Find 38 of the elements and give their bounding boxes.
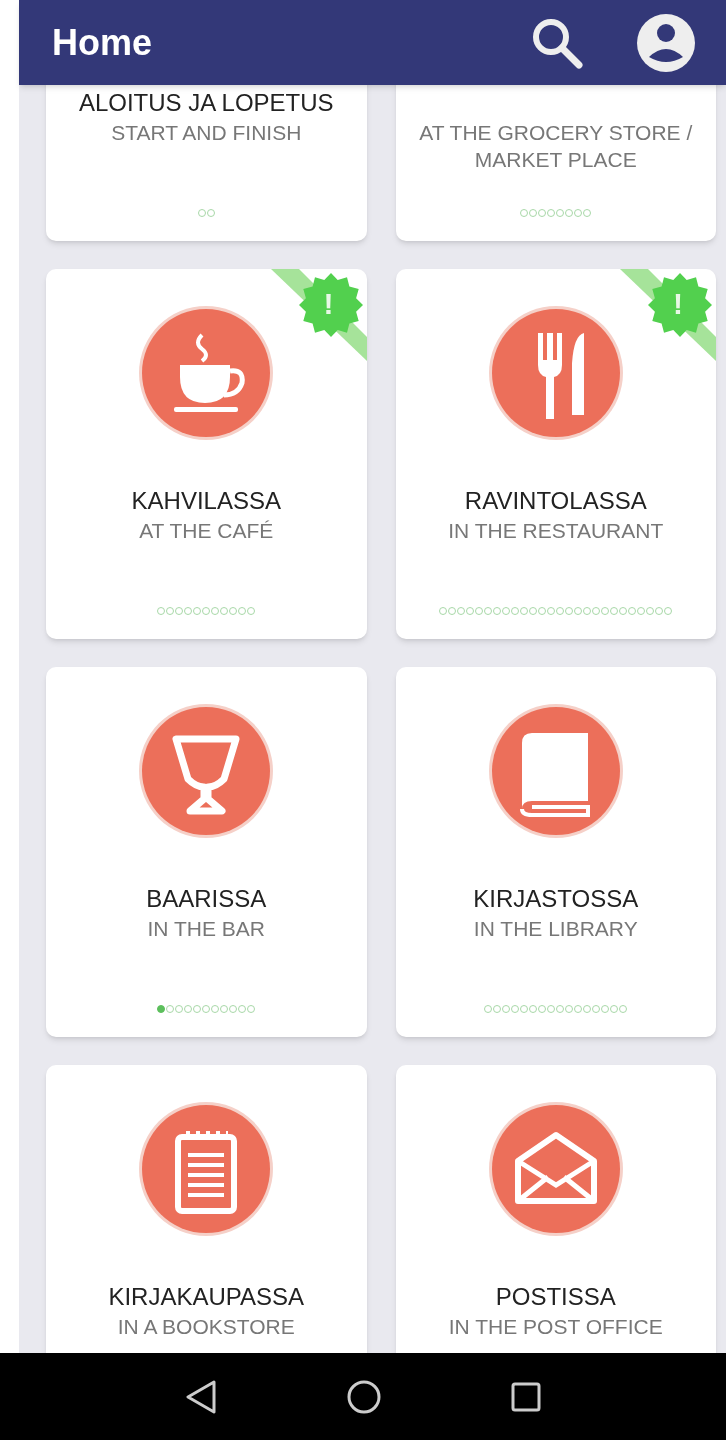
app-bar-title: Home [52, 20, 153, 65]
topic-icon [487, 703, 624, 839]
badge-icon [648, 273, 712, 337]
home-icon[interactable] [347, 1379, 381, 1414]
topic-subtitle: AT THE CAFÉ [138, 518, 275, 544]
topic-card[interactable]: ALOITUS JA LOPETUS START AND FINISH [46, 85, 367, 241]
badge-mark: ! [673, 287, 683, 321]
topic-title: POSTISSA [495, 1282, 616, 1312]
overview-icon[interactable] [511, 1381, 541, 1412]
topic-title: BAARISSA [146, 884, 267, 914]
topic-card[interactable]: KIRJAKAUPASSA IN A BOOKSTORE [46, 1065, 367, 1353]
topic-subtitle: IN THE BAR [146, 916, 266, 942]
account-icon[interactable] [636, 12, 696, 73]
topic-title: KIRJASTOSSA [473, 884, 639, 914]
topic-subtitle: IN A BOOKSTORE [116, 1314, 296, 1340]
topic-icon [487, 305, 624, 441]
topic-title: KAHVILASSA [131, 486, 281, 516]
topic-subtitle: IN THE LIBRARY [472, 916, 639, 942]
topic-icon [487, 1101, 624, 1237]
topic-subtitle: IN THE POST OFFICE [447, 1314, 664, 1340]
topic-title: RAVINTOLASSA [464, 486, 647, 516]
topic-card[interactable]: POSTISSA IN THE POST OFFICE [395, 1065, 716, 1353]
topic-card[interactable]: ! RAVINTOLASSA IN THE RESTAURANT [395, 269, 716, 639]
topic-title: ALOITUS JA LOPETUS [78, 88, 334, 118]
back-icon[interactable] [185, 1379, 217, 1414]
topic-card[interactable]: KIRJASTOSSA IN THE LIBRARY [395, 667, 716, 1037]
topic-icon [138, 1101, 275, 1237]
badge-mark: ! [323, 287, 334, 321]
topic-icon [138, 305, 275, 441]
topic-card[interactable]: ! KAHVILASSA AT THE CAFÉ [46, 269, 367, 639]
topic-subtitle: AT THE GROCERY STORE / MARKET PLACE [418, 120, 694, 173]
topic-card[interactable]: AT THE GROCERY STORE / MARKET PLACE [395, 85, 716, 241]
topic-icon [138, 703, 275, 839]
topic-subtitle: START AND FINISH [110, 120, 303, 146]
topic-title: KIRJAKAUPASSA [108, 1282, 305, 1312]
badge-icon [298, 273, 363, 337]
topic-card[interactable]: BAARISSA IN THE BAR [46, 667, 367, 1037]
topic-subtitle: IN THE RESTAURANT [447, 518, 665, 544]
